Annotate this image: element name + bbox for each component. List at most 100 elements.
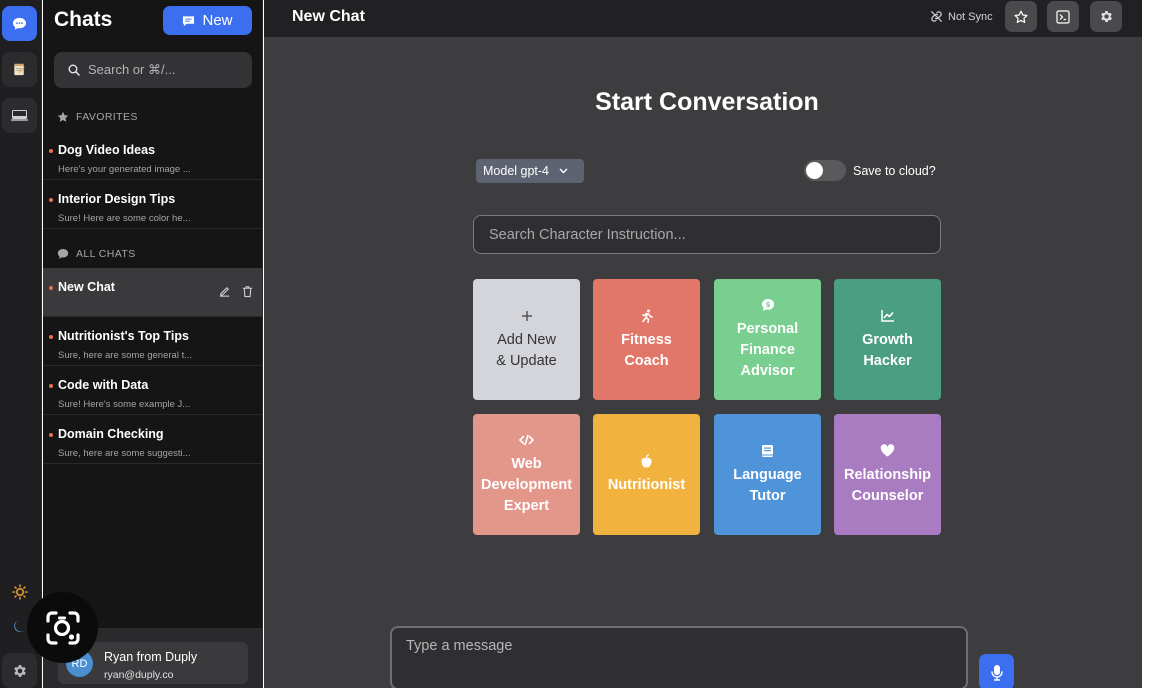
card-label-line: Web	[511, 456, 542, 472]
edit-icon[interactable]	[218, 285, 231, 298]
card-label-line: Personal	[736, 321, 799, 337]
microphone-icon	[990, 664, 1003, 681]
web-development-card[interactable]: Web Development Expert	[473, 414, 580, 535]
card-label-line: Finance	[740, 342, 795, 358]
card-label-line: Development	[480, 477, 573, 493]
apple-icon	[640, 453, 653, 469]
trash-icon[interactable]	[241, 285, 254, 298]
new-chat-button[interactable]: New	[163, 6, 252, 35]
heart-icon	[880, 443, 895, 459]
terminal-icon	[11, 110, 28, 121]
language-tutor-card[interactable]: Language Tutor	[714, 414, 821, 535]
screen-capture-button[interactable]	[27, 592, 98, 663]
card-label-line: Hacker	[863, 352, 912, 369]
chat-item-title: New Chat	[58, 280, 115, 294]
chat-item-title: Domain Checking	[58, 427, 164, 441]
fitness-coach-card[interactable]: Fitness Coach	[593, 279, 700, 400]
message-input[interactable]	[390, 626, 968, 688]
chat-list-item[interactable]: Interior Design Tips Sure! Here are some…	[43, 180, 262, 229]
camera-lens-icon	[45, 610, 80, 645]
gear-icon	[13, 664, 26, 677]
chat-title: New Chat	[292, 8, 365, 25]
unread-dot	[49, 149, 53, 153]
model-select[interactable]: Model gpt-4	[476, 159, 584, 183]
favorite-button[interactable]	[1005, 1, 1037, 32]
unread-dot	[49, 433, 53, 437]
money-bubble-icon: $	[761, 297, 775, 313]
chat-item-title: Interior Design Tips	[58, 192, 176, 206]
character-search-input[interactable]	[473, 215, 941, 254]
main-panel: New Chat Not Sync Start Conversation Mod…	[264, 0, 1142, 688]
card-label-line: Add New	[497, 331, 556, 348]
sync-off-icon	[930, 10, 943, 23]
chat-item-snippet: Sure, here are some suggesti...	[58, 448, 191, 459]
code-icon	[519, 432, 534, 448]
card-label-line: Fitness	[621, 331, 672, 348]
chevron-down-icon	[559, 168, 568, 174]
card-label-line: Language	[733, 466, 802, 483]
rail-terminal-button[interactable]	[2, 98, 37, 133]
unread-dot	[49, 286, 53, 290]
book-icon	[761, 443, 774, 459]
relationship-counselor-card[interactable]: Relationship Counselor	[834, 414, 941, 535]
all-chats-section-label: ALL CHATS	[57, 248, 136, 260]
sidebar-search-input[interactable]: Search or ⌘/...	[54, 52, 252, 88]
moon-icon	[13, 620, 25, 632]
search-icon	[68, 64, 80, 76]
add-new-card[interactable]: Add New & Update	[473, 279, 580, 400]
card-label-line: Nutritionist	[607, 477, 686, 493]
sun-icon	[11, 583, 28, 600]
chat-item-snippet: Sure! Here are some color he...	[58, 213, 191, 224]
terminal-icon	[1056, 9, 1070, 24]
card-label-line: Advisor	[740, 363, 795, 379]
star-icon	[57, 111, 69, 122]
chat-list-item-active[interactable]: New Chat	[43, 268, 262, 317]
card-label-line: Relationship	[843, 466, 931, 483]
settings-button[interactable]	[1090, 1, 1122, 32]
prompt-button[interactable]	[1047, 1, 1079, 32]
chat-list-item[interactable]: Code with Data Sure! Here's some example…	[43, 366, 262, 415]
chat-list-item[interactable]: Domain Checking Sure, here are some sugg…	[43, 415, 262, 464]
favorites-section-label: FAVORITES	[57, 111, 138, 123]
chat-bubble-icon	[183, 15, 195, 26]
rail-chats-button[interactable]	[2, 6, 37, 41]
top-bar: New Chat Not Sync	[264, 0, 1142, 37]
favorites-label: FAVORITES	[76, 111, 138, 123]
growth-hacker-card[interactable]: Growth Hacker	[834, 279, 941, 400]
card-label-line: Counselor	[851, 487, 924, 504]
chat-item-title: Code with Data	[58, 378, 149, 392]
chat-item-title: Nutritionist's Top Tips	[58, 329, 189, 343]
rail-notes-button[interactable]	[2, 52, 37, 87]
nutritionist-card[interactable]: Nutritionist	[593, 414, 700, 535]
personal-finance-card[interactable]: $ Personal Finance Advisor	[714, 279, 821, 400]
user-email: ryan@duply.co	[104, 669, 174, 681]
rail-settings-button[interactable]	[2, 653, 37, 688]
card-label-line: Tutor	[749, 487, 786, 504]
unread-dot	[49, 198, 53, 202]
sync-status-label: Not Sync	[948, 10, 993, 23]
new-chat-label: New	[202, 12, 233, 29]
sync-status[interactable]: Not Sync	[930, 10, 993, 23]
microphone-button[interactable]	[979, 654, 1014, 688]
page-title: Start Conversation	[595, 88, 819, 116]
card-label-line: Coach	[624, 352, 669, 369]
save-cloud-label: Save to cloud?	[853, 164, 936, 178]
chat-list-item[interactable]: Dog Video Ideas Here's your generated im…	[43, 131, 262, 180]
running-icon	[640, 308, 654, 324]
notepad-icon	[14, 63, 25, 76]
card-label-line: & Update	[496, 352, 557, 369]
chart-line-icon	[880, 308, 895, 324]
unread-dot	[49, 384, 53, 388]
model-select-value: Model gpt-4	[483, 164, 550, 178]
chat-item-snippet: Sure! Here's some example J...	[58, 399, 191, 410]
chat-bubble-icon	[12, 17, 27, 30]
save-cloud-toggle[interactable]	[804, 160, 846, 181]
chat-list-item[interactable]: Nutritionist's Top Tips Sure, here are s…	[43, 317, 262, 366]
sidebar-title: Chats	[54, 8, 113, 31]
app-rail	[0, 0, 42, 688]
svg-text:$: $	[765, 301, 770, 309]
chat-item-snippet: Here's your generated image ...	[58, 164, 191, 175]
all-chats-label: ALL CHATS	[76, 248, 136, 260]
theme-light-button[interactable]	[2, 574, 37, 609]
chat-sidebar: Chats New Search or ⌘/... FAVORITES Dog …	[43, 0, 263, 688]
